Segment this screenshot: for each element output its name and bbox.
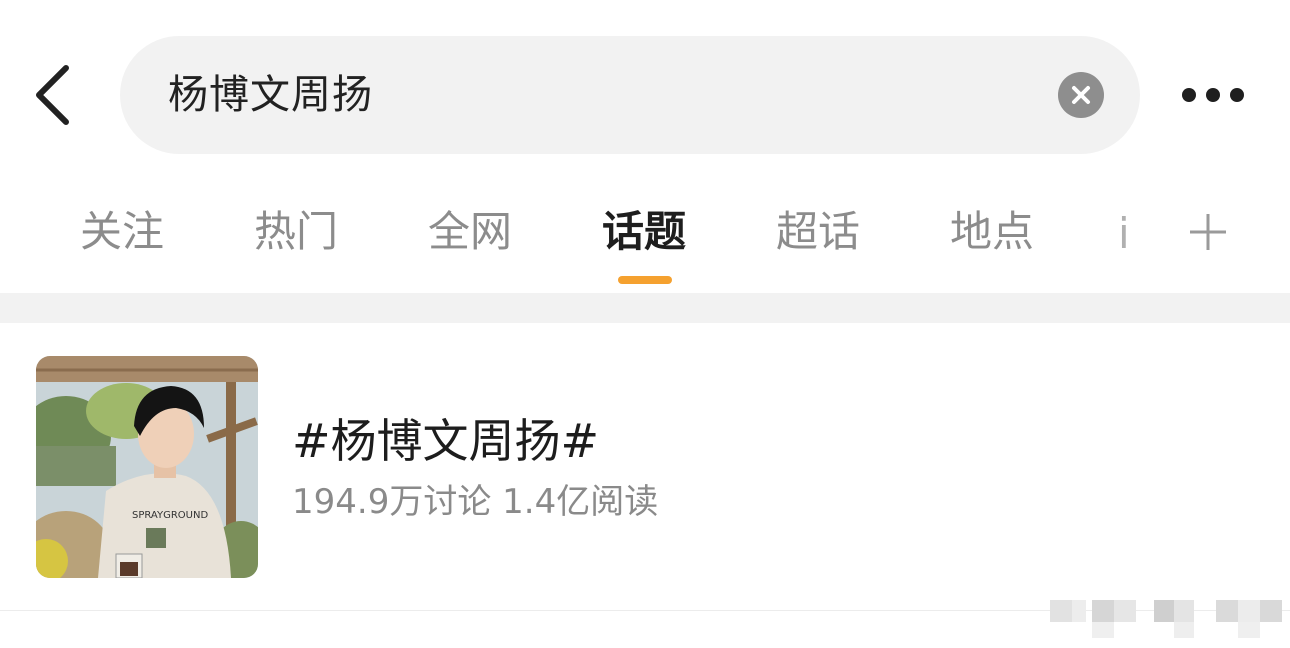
more-horizontal-icon	[1182, 88, 1196, 102]
tab-super-topic[interactable]: 超话	[776, 202, 860, 262]
tab-all-web[interactable]: 全网	[428, 202, 512, 262]
more-horizontal-icon-dot	[1230, 88, 1244, 102]
add-tab-button[interactable]	[1186, 210, 1230, 254]
back-button[interactable]	[22, 58, 92, 132]
topic-result-item[interactable]: SPRAYGROUND #杨博文周扬# 194.9万讨论 1.4亿阅读	[0, 323, 1290, 611]
more-options-button[interactable]	[1170, 70, 1260, 120]
search-input[interactable]: 杨博文周扬	[120, 36, 1140, 154]
active-tab-indicator	[618, 276, 672, 284]
search-tabs: 关注 热门 全网 话题 超话 地点 i	[0, 190, 1290, 290]
tab-location[interactable]: 地点	[950, 202, 1034, 262]
tab-overflow-label: i	[1118, 209, 1130, 258]
tab-follow[interactable]: 关注	[80, 202, 164, 262]
watermark-logo	[1030, 592, 1290, 644]
clear-search-button[interactable]	[1058, 72, 1104, 118]
search-query-text[interactable]: 杨博文周扬	[168, 64, 373, 126]
tab-hot[interactable]: 热门	[254, 202, 338, 262]
tab-topic[interactable]: 话题	[602, 202, 686, 262]
thumb-shirt-text: SPRAYGROUND	[132, 510, 208, 521]
chevron-left-icon	[36, 65, 69, 125]
plus-icon	[1190, 214, 1226, 250]
topic-stats: 194.9万讨论 1.4亿阅读	[292, 482, 659, 522]
section-divider	[0, 293, 1290, 323]
top-bar: 杨博文周扬	[0, 0, 1290, 180]
topic-thumbnail: SPRAYGROUND	[36, 356, 258, 578]
more-horizontal-icon-dot	[1206, 88, 1220, 102]
topic-title[interactable]: #杨博文周扬#	[292, 411, 599, 471]
close-icon	[1072, 86, 1090, 104]
tab-overflow-partial[interactable]: i	[1118, 204, 1132, 264]
